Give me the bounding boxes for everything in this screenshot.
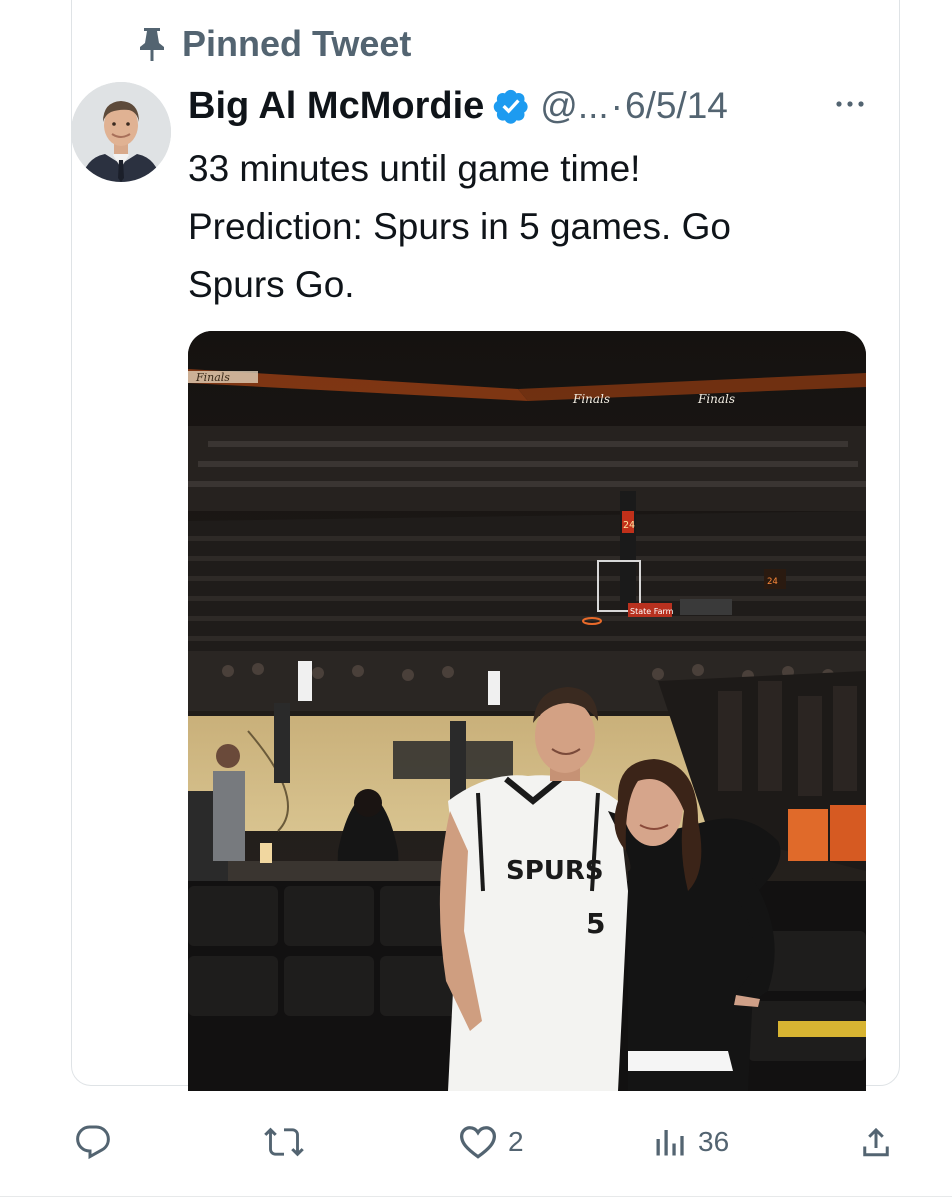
like-button[interactable]: 2 (458, 1114, 524, 1170)
author-handle[interactable]: @... (540, 85, 608, 127)
photo-jersey-text: SPURS (506, 856, 604, 886)
svg-text:Finals: Finals (697, 392, 735, 406)
tweet-text: 33 minutes until game time! Prediction: … (188, 140, 878, 314)
photo-jersey-number: 5 (586, 907, 605, 940)
svg-text:Finals: Finals (195, 371, 230, 384)
reply-icon (76, 1125, 110, 1160)
reply-button[interactable] (75, 1114, 121, 1170)
svg-text:24: 24 (767, 577, 778, 587)
pinned-label: Pinned Tweet (182, 23, 412, 64)
separator-dot: · (610, 85, 623, 126)
tweet-date[interactable]: 6/5/14 (625, 85, 728, 127)
like-count: 2 (508, 1126, 524, 1157)
views-icon (656, 1130, 684, 1156)
more-options-button[interactable] (832, 86, 868, 122)
retweet-icon (264, 1127, 304, 1157)
views-button[interactable]: 36 (652, 1114, 729, 1170)
share-button[interactable] (858, 1114, 904, 1170)
photo-shot-clock: 24 (623, 520, 635, 531)
tweet-photo[interactable]: Finals Finals Finals 24 State Farm 24 SP… (188, 331, 866, 1091)
pin-icon (140, 28, 164, 61)
divider (0, 1196, 952, 1197)
retweet-button[interactable] (262, 1114, 316, 1170)
photo-banner-text: Finals (572, 392, 610, 406)
tweet-text-line: Spurs Go. (188, 264, 355, 305)
tweet-actions-bar: 2 36 (0, 1114, 952, 1170)
author-name[interactable]: Big Al McMordie (188, 85, 484, 128)
heart-icon (459, 1126, 497, 1159)
photo-sponsor-text: State Farm (630, 607, 674, 616)
pinned-indicator: Pinned Tweet (136, 22, 411, 66)
verified-badge-icon[interactable] (492, 87, 530, 125)
avatar[interactable] (71, 82, 171, 182)
tweet-header: Big Al McMordie @... · 6/5/14 (188, 80, 728, 132)
tweet-text-line: Prediction: Spurs in 5 games. Go (188, 206, 731, 247)
views-count: 36 (698, 1126, 730, 1157)
share-icon (863, 1127, 889, 1157)
tweet-text-line: 33 minutes until game time! (188, 148, 641, 189)
more-icon (836, 101, 864, 107)
